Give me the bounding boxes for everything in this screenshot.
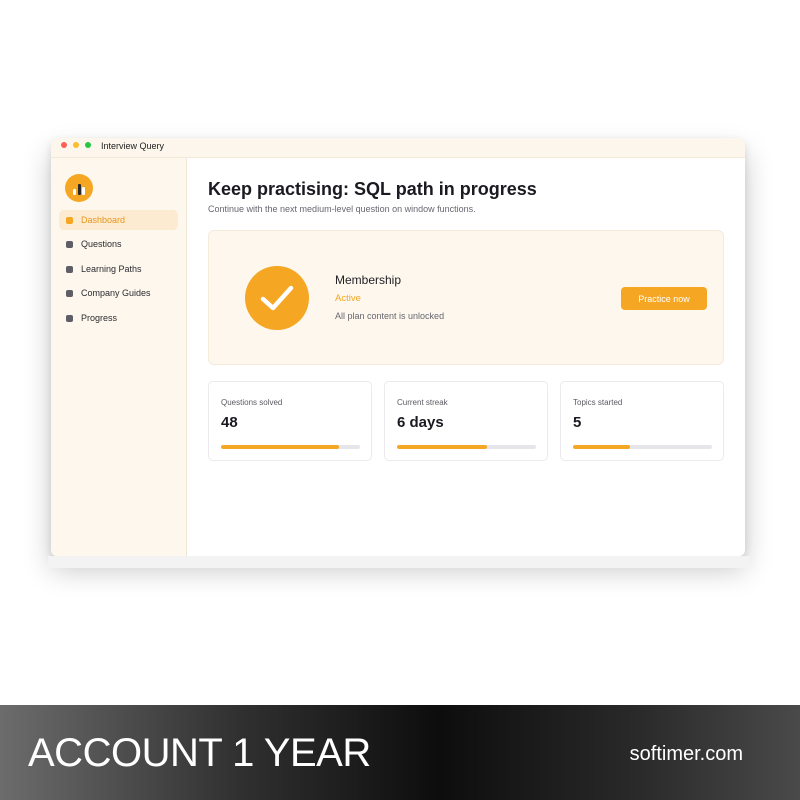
checkmark-icon (245, 266, 309, 330)
membership-status: Active (335, 293, 361, 304)
stat-label: Topics started (573, 398, 623, 407)
square-bullet-icon (66, 216, 73, 224)
square-bullet-icon (66, 289, 73, 297)
page-title: Keep practising: SQL path in progress (208, 179, 537, 199)
app-window: Interview Query Dashboard Questions Lear… (51, 138, 745, 556)
progress-bar (573, 445, 712, 449)
progress-bar (221, 445, 360, 449)
logo-icon[interactable] (65, 174, 93, 202)
sidebar-item-label: Questions (81, 239, 122, 249)
membership-title: Membership (335, 273, 402, 287)
membership-description: All plan content is unlocked (335, 311, 445, 321)
progress-bar (397, 445, 536, 449)
stat-card-topics-started: Topics started 5 (560, 381, 724, 461)
sidebar-item-dashboard[interactable]: Dashboard (59, 210, 178, 230)
practice-now-button[interactable]: Practice now (621, 287, 707, 310)
close-window-button[interactable] (61, 142, 67, 148)
maximize-window-button[interactable] (85, 142, 91, 148)
square-bullet-icon (66, 265, 73, 273)
sidebar-item-label: Progress (81, 313, 118, 323)
sidebar-item-learning-paths[interactable]: Learning Paths (59, 259, 178, 279)
sidebar-item-label: Dashboard (81, 215, 126, 225)
banner-title: ACCOUNT 1 YEAR (28, 731, 371, 775)
title-bar: Interview Query (51, 138, 745, 158)
window-title: Interview Query (101, 141, 165, 151)
sidebar-item-questions[interactable]: Questions (59, 234, 178, 254)
window-shadow (48, 556, 750, 568)
promo-banner: ACCOUNT 1 YEAR softimer.com (0, 705, 800, 800)
minimize-window-button[interactable] (73, 142, 79, 148)
square-bullet-icon (66, 240, 73, 248)
stat-card-questions-solved: Questions solved 48 (208, 381, 372, 461)
main-content: Keep practising: SQL path in progress Co… (188, 158, 745, 556)
sidebar-item-label: Company Guides (81, 288, 151, 298)
sidebar-item-progress[interactable]: Progress (59, 308, 178, 328)
membership-card: Membership Active All plan content is un… (208, 230, 724, 365)
page-subtitle: Continue with the next medium-level ques… (208, 204, 476, 214)
stat-value: 48 (221, 414, 238, 431)
stat-value: 5 (573, 414, 582, 431)
stat-card-current-streak: Current streak 6 days (384, 381, 548, 461)
square-bullet-icon (66, 314, 73, 322)
stat-label: Current streak (397, 398, 448, 407)
stat-label: Questions solved (221, 398, 283, 407)
banner-site: softimer.com (629, 743, 743, 765)
stat-value: 6 days (397, 414, 444, 431)
sidebar-item-company-guides[interactable]: Company Guides (59, 283, 178, 303)
sidebar: Dashboard Questions Learning Paths Compa… (51, 158, 187, 556)
sidebar-item-label: Learning Paths (81, 264, 142, 274)
